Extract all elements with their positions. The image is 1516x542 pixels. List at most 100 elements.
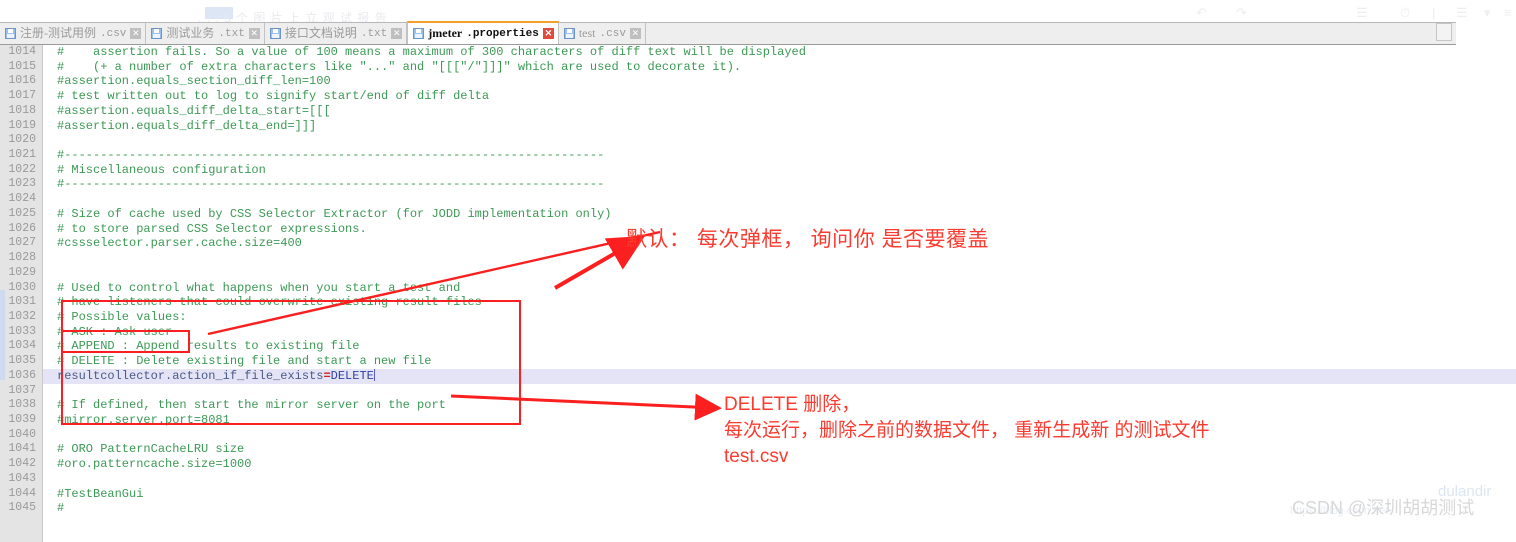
code-line-active[interactable]: 1036 resultcollector.action_if_file_exist… <box>0 368 1516 384</box>
code-line[interactable]: 1034 # APPEND : Append results to existin… <box>0 339 1516 354</box>
line-number: 1017 <box>8 89 36 103</box>
line-number: 1036 <box>8 368 36 382</box>
chevron-down-icon[interactable]: ▾ <box>1484 6 1491 19</box>
code-line[interactable]: 1016 #assertion.equals_section_diff_len=1… <box>0 74 1516 89</box>
save-icon <box>269 28 281 39</box>
close-icon[interactable]: ✕ <box>248 28 260 39</box>
tab-3[interactable]: 接口文档说明 .txt ✕ <box>264 23 408 44</box>
tab-extension: .properties <box>466 27 539 40</box>
code-line[interactable]: 1035 # DELETE : Delete existing file and … <box>0 354 1516 369</box>
close-icon[interactable]: ✕ <box>542 28 554 39</box>
line-number: 1014 <box>8 45 36 58</box>
tab-5[interactable]: test .csv ✕ <box>558 23 646 44</box>
indent-icon[interactable]: ≡ <box>1504 6 1512 19</box>
code-line[interactable]: 1029 <box>0 266 1516 281</box>
code-line[interactable]: 1031 # have listeners that could overwrit… <box>0 295 1516 310</box>
line-number: 1044 <box>8 486 36 500</box>
tab-2[interactable]: 测试业务 .txt ✕ <box>146 23 265 44</box>
code-line[interactable]: 1030 # Used to control what happens when … <box>0 281 1516 296</box>
property-key: resultcollector.action_if_file_exists <box>57 368 324 383</box>
save-icon <box>563 28 575 39</box>
code-line[interactable]: 1038 # If defined, then start the mirror … <box>0 398 1516 413</box>
line-text: #---------------------------------------… <box>57 177 605 192</box>
tab-label: jmeter <box>428 26 463 40</box>
code-content[interactable]: 1014 # assertion fails. So a value of 100… <box>0 45 1516 542</box>
code-line[interactable]: 1044 #TestBeanGui <box>0 487 1516 502</box>
code-line[interactable]: 1037 <box>0 384 1516 399</box>
code-line[interactable]: 1040 <box>0 428 1516 443</box>
close-icon[interactable]: ✕ <box>629 28 641 39</box>
code-line[interactable]: 1022 # Miscellaneous configuration <box>0 163 1516 178</box>
code-line[interactable]: 1024 <box>0 192 1516 207</box>
code-line[interactable]: 1045 # <box>0 501 1516 516</box>
code-line[interactable]: 1025 # Size of cache used by CSS Selector… <box>0 207 1516 222</box>
list-icon[interactable]: ☰ <box>1356 6 1368 19</box>
redo-icon[interactable]: ↷ <box>1236 6 1247 19</box>
line-number: 1030 <box>8 280 36 294</box>
line-text: # Used to control what happens when you … <box>57 280 461 295</box>
line-number: 1038 <box>8 398 36 412</box>
code-line[interactable]: 1039 #mirror.server.port=8081 <box>0 413 1516 428</box>
line-number: 1032 <box>8 309 36 323</box>
line-text: #assertion.equals_diff_delta_end=]]] <box>57 118 317 133</box>
tab-bar[interactable]: 注册-测试用例 .csv ✕ 测试业务 .txt ✕ 接口文档说明 .txt ✕ jmeter .p… <box>0 21 1456 45</box>
toolbar-ghost-text: . . . 5 个 图 片 上 立 观 试 报 告 <box>198 11 388 22</box>
tab-1[interactable]: 注册-测试用例 .csv ✕ <box>0 23 147 44</box>
tab-list-button[interactable] <box>1436 23 1452 41</box>
line-text: # APPEND : Append results to existing fi… <box>57 339 360 354</box>
line-text: # have listeners that could overwrite ex… <box>57 295 482 310</box>
line-number: 1033 <box>8 324 36 338</box>
property-equals: = <box>323 368 331 383</box>
code-line[interactable]: 1017 # test written out to log to signify… <box>0 89 1516 104</box>
divider-icon: | <box>1432 5 1436 20</box>
code-line[interactable]: 1027 #cssselector.parser.cache.size=400 <box>0 236 1516 251</box>
close-icon[interactable]: ✕ <box>391 28 403 39</box>
tab-label: test <box>578 26 596 40</box>
property-value: DELETE <box>330 368 374 383</box>
code-line[interactable]: 1018 #assertion.equals_diff_delta_start=[… <box>0 104 1516 119</box>
line-text: # Miscellaneous configuration <box>57 162 266 177</box>
tab-label: 测试业务 <box>166 26 215 40</box>
code-line[interactable]: 1023 #-----------------------------------… <box>0 177 1516 192</box>
code-line[interactable]: 1041 # ORO PatternCacheLRU size <box>0 442 1516 457</box>
line-text: # <box>57 501 65 516</box>
line-text: # Possible values: <box>57 309 187 324</box>
line-number: 1015 <box>8 59 36 73</box>
code-line[interactable]: 1026 # to store parsed CSS Selector expre… <box>0 222 1516 237</box>
line-text: # test written out to log to signify sta… <box>57 89 490 104</box>
save-icon <box>151 28 163 39</box>
code-line[interactable]: 1042 #oro.patterncache.size=1000 <box>0 457 1516 472</box>
code-line[interactable]: 1028 <box>0 251 1516 266</box>
line-text: # DELETE : Delete existing file and star… <box>57 354 432 369</box>
code-line[interactable]: 1015 # (+ a number of extra characters li… <box>0 60 1516 75</box>
line-text: #---------------------------------------… <box>57 148 605 163</box>
line-number: 1026 <box>8 221 36 235</box>
line-text: # (+ a number of extra characters like "… <box>57 59 742 74</box>
line-number: 1037 <box>8 383 36 397</box>
tab-bar-filler <box>645 23 1436 44</box>
editor-area[interactable]: 1014 # assertion fails. So a value of 100… <box>0 45 1516 542</box>
close-icon[interactable]: ✕ <box>130 28 142 39</box>
clock-icon[interactable]: ⏱ <box>1400 6 1410 19</box>
line-number: 1031 <box>8 295 36 309</box>
line-text: #cssselector.parser.cache.size=400 <box>57 236 302 251</box>
toolbar-strip: . . . 5 个 图 片 上 立 观 试 报 告 ↶ ↷ ☰ ⏱ | ☰ ▾ … <box>0 0 1516 22</box>
code-line[interactable]: 1033 # ASK : Ask user <box>0 325 1516 340</box>
line-text: #assertion.equals_diff_delta_start=[[[ <box>57 103 331 118</box>
line-number: 1020 <box>8 133 36 147</box>
code-line[interactable]: 1020 <box>0 133 1516 148</box>
tab-label: 注册-测试用例 <box>20 26 96 40</box>
line-number: 1022 <box>8 162 36 176</box>
line-number: 1041 <box>8 442 36 456</box>
lines-icon[interactable]: ☰ <box>1456 6 1468 19</box>
save-icon <box>413 28 425 39</box>
undo-icon[interactable]: ↶ <box>1196 6 1207 19</box>
line-number: 1019 <box>8 118 36 132</box>
tab-4[interactable]: jmeter .properties ✕ <box>407 21 559 44</box>
code-line[interactable]: 1043 <box>0 472 1516 487</box>
code-line[interactable]: 1021 #-----------------------------------… <box>0 148 1516 163</box>
code-line[interactable]: 1014 # assertion fails. So a value of 100… <box>0 45 1516 60</box>
code-line[interactable]: 1019 #assertion.equals_diff_delta_end=]]] <box>0 119 1516 134</box>
text-caret <box>373 368 375 381</box>
code-line[interactable]: 1032 # Possible values: <box>0 310 1516 325</box>
